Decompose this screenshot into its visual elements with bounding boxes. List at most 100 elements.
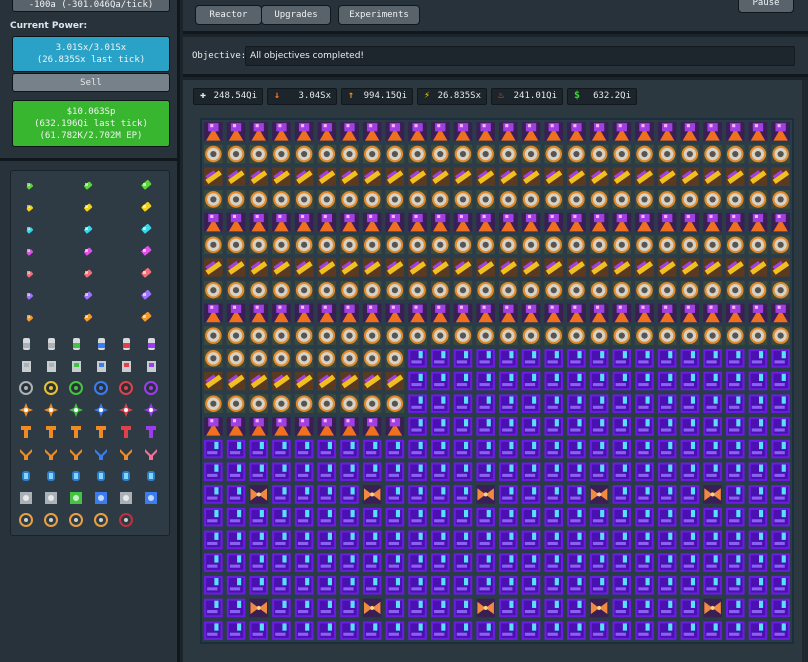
reactor-tile[interactable] — [519, 233, 543, 257]
reactor-tile[interactable] — [451, 369, 475, 393]
tab-experiments[interactable]: Experiments — [338, 5, 420, 25]
reactor-tile[interactable] — [360, 188, 384, 211]
reactor-tile[interactable] — [723, 142, 747, 166]
cell-magenta-icon[interactable] — [23, 243, 37, 257]
reactor-tile[interactable] — [406, 233, 429, 257]
reactor-tile[interactable] — [247, 551, 271, 574]
reactor-tile[interactable] — [474, 346, 497, 370]
reactor-tile[interactable] — [315, 528, 339, 552]
reactor-tile[interactable] — [428, 551, 452, 574]
reactor-tile[interactable] — [633, 437, 656, 461]
tab-upgrades[interactable]: Upgrades — [261, 5, 331, 25]
reactor-tile[interactable] — [587, 142, 611, 166]
reactor-tile[interactable] — [769, 256, 792, 279]
reactor-tile[interactable] — [655, 619, 679, 642]
reactor-tile[interactable] — [247, 188, 271, 211]
reactor-tile[interactable] — [247, 619, 271, 642]
exchanger-blue-icon[interactable] — [94, 402, 108, 417]
reactor-tile[interactable] — [655, 346, 679, 370]
reactor-tile[interactable] — [542, 437, 566, 461]
plating-red-icon[interactable] — [119, 358, 133, 372]
reactor-tile[interactable] — [315, 505, 339, 529]
reactor-tile[interactable] — [474, 233, 497, 257]
reactor-tile[interactable] — [270, 278, 293, 302]
capacitor-gray-icon[interactable] — [44, 336, 58, 350]
reactor-tile[interactable] — [587, 528, 611, 552]
reactor-tile[interactable] — [360, 573, 384, 597]
reactor-tile[interactable] — [338, 369, 361, 393]
reactor-tile[interactable] — [519, 437, 543, 461]
reactor-tile[interactable] — [519, 528, 543, 552]
reactor-tile[interactable] — [270, 392, 293, 416]
reactor-tile[interactable] — [270, 551, 293, 574]
reactor-tile[interactable] — [655, 528, 679, 552]
reactor-tile[interactable] — [270, 120, 293, 143]
capacitor-red-icon[interactable] — [119, 336, 133, 350]
reactor-tile[interactable] — [746, 573, 770, 597]
reactor-tile[interactable] — [587, 346, 611, 370]
reactor-tile[interactable] — [565, 528, 588, 552]
reactor-tile[interactable] — [224, 120, 248, 143]
vent-green-icon[interactable] — [69, 490, 83, 504]
exchanger-orange-icon[interactable] — [19, 402, 33, 417]
reactor-tile[interactable] — [270, 596, 293, 620]
reactor-tile[interactable] — [406, 369, 429, 393]
coolant-blue-icon[interactable] — [94, 468, 108, 482]
reactor-tile[interactable] — [542, 165, 566, 189]
reactor-tile[interactable] — [451, 120, 475, 143]
reactor-tile[interactable] — [497, 346, 520, 370]
reactor-tile[interactable] — [497, 596, 520, 620]
exchanger-purple-icon[interactable] — [144, 402, 158, 417]
reactor-tile[interactable] — [655, 165, 679, 189]
reactor-tile[interactable] — [587, 437, 611, 461]
reactor-tile[interactable] — [678, 188, 702, 211]
reactor-tile[interactable] — [292, 301, 316, 325]
reflector-green-icon[interactable] — [69, 380, 83, 395]
reactor-tile[interactable] — [338, 324, 361, 347]
reactor-tile[interactable] — [587, 460, 611, 484]
reactor-tile[interactable] — [655, 460, 679, 484]
reactor-tile[interactable] — [701, 505, 724, 529]
reactor-tile[interactable] — [723, 120, 747, 143]
inlet-orange-icon[interactable] — [69, 424, 83, 438]
cell-orange-icon[interactable] — [23, 309, 37, 323]
reactor-tile[interactable] — [451, 210, 475, 234]
reactor-tile[interactable] — [497, 460, 520, 484]
reactor-tile[interactable] — [633, 392, 656, 416]
inlet-orange-icon[interactable] — [19, 424, 33, 438]
cell-orange-double-icon[interactable] — [81, 309, 95, 323]
reactor-tile[interactable] — [633, 188, 656, 211]
reactor-tile[interactable] — [769, 165, 792, 189]
reactor-tile[interactable] — [723, 619, 747, 642]
reactor-tile[interactable] — [451, 573, 475, 597]
reactor-tile[interactable] — [519, 505, 543, 529]
reactor-tile[interactable] — [383, 369, 407, 393]
reactor-tile[interactable] — [428, 460, 452, 484]
reactor-tile[interactable] — [746, 188, 770, 211]
reactor-tile[interactable] — [633, 278, 656, 302]
reactor-tile[interactable] — [701, 392, 724, 416]
reactor-tile[interactable] — [338, 210, 361, 234]
reactor-tile[interactable] — [587, 483, 611, 506]
reactor-tile[interactable] — [678, 165, 702, 189]
reactor-tile[interactable] — [497, 301, 520, 325]
reactor-tile[interactable] — [497, 165, 520, 189]
reactor-tile[interactable] — [406, 120, 429, 143]
outlet-orange-icon[interactable] — [44, 446, 58, 460]
reactor-tile[interactable] — [224, 346, 248, 370]
reactor-tile[interactable] — [292, 596, 316, 620]
reactor-tile[interactable] — [565, 483, 588, 506]
reactor-tile[interactable] — [428, 437, 452, 461]
reactor-tile[interactable] — [202, 437, 225, 461]
reactor-tile[interactable] — [247, 142, 271, 166]
reactor-tile[interactable] — [542, 460, 566, 484]
reactor-tile[interactable] — [542, 278, 566, 302]
reactor-tile[interactable] — [383, 301, 407, 325]
reactor-tile[interactable] — [723, 369, 747, 393]
reactor-tile[interactable] — [247, 346, 271, 370]
sell-button[interactable]: Sell — [12, 73, 170, 92]
reactor-tile[interactable] — [565, 392, 588, 416]
reactor-tile[interactable] — [338, 528, 361, 552]
inlet-orange-icon[interactable] — [94, 424, 108, 438]
reactor-tile[interactable] — [360, 256, 384, 279]
